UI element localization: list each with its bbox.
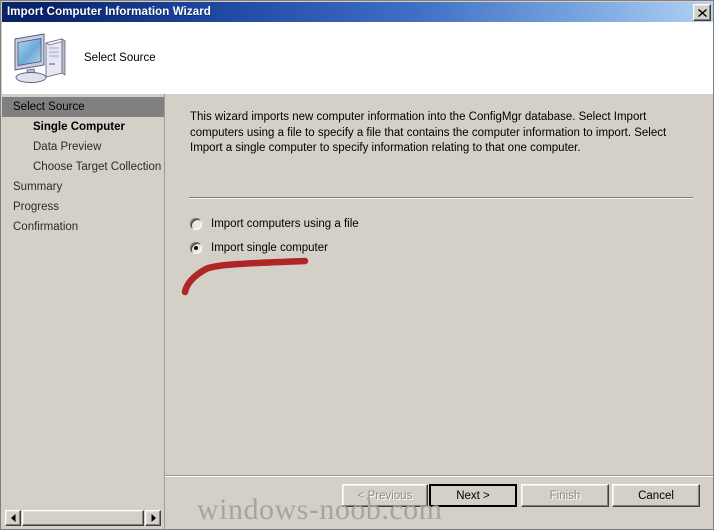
scroll-thumb[interactable] — [22, 510, 144, 526]
step-label: Summary — [13, 181, 63, 193]
wizard-content: This wizard imports new computer informa… — [165, 94, 713, 529]
sidebar-item-select-source[interactable]: Select Source — [2, 97, 164, 117]
triangle-right-icon — [151, 514, 156, 522]
sidebar-item-progress[interactable]: Progress — [2, 197, 164, 217]
wizard-window: Import Computer Information Wizard Selec… — [0, 0, 714, 530]
sidebar-item-choose-target-collection[interactable]: Choose Target Collection — [2, 157, 164, 177]
sidebar-item-summary[interactable]: Summary — [2, 177, 164, 197]
radio-selected-icon — [190, 242, 202, 254]
cancel-button[interactable]: Cancel — [612, 484, 700, 507]
finish-button[interactable]: Finish — [521, 484, 609, 507]
triangle-left-icon — [10, 514, 15, 522]
window-title: Import Computer Information Wizard — [7, 6, 211, 18]
step-label: Select Source — [13, 101, 85, 113]
radio-import-single-computer[interactable]: Import single computer — [190, 242, 328, 254]
wizard-header: Select Source — [2, 22, 713, 94]
radio-import-computers-using-a-file[interactable]: Import computers using a file — [190, 218, 359, 230]
step-label: Confirmation — [13, 221, 79, 233]
close-button[interactable] — [693, 4, 711, 21]
step-label: Choose Target Collection — [33, 161, 162, 173]
scroll-right-button[interactable] — [145, 510, 161, 526]
radio-label: Import single computer — [211, 242, 328, 254]
close-icon — [697, 8, 707, 17]
step-label: Progress — [13, 201, 60, 213]
previous-button[interactable]: < Previous — [342, 484, 428, 507]
computer-icon — [14, 33, 66, 83]
sidebar-horizontal-scrollbar[interactable] — [5, 510, 161, 526]
next-button[interactable]: Next > — [429, 484, 517, 507]
content-separator — [189, 197, 693, 199]
radio-label: Import computers using a file — [211, 218, 359, 230]
step-label: Data Preview — [33, 141, 102, 153]
title-bar: Import Computer Information Wizard — [2, 2, 713, 22]
sidebar-item-data-preview[interactable]: Data Preview — [2, 137, 164, 157]
step-label: Single Computer — [33, 121, 126, 133]
page-title: Select Source — [84, 52, 156, 64]
wizard-button-bar: < Previous Next > Finish Cancel — [165, 484, 713, 514]
red-annotation-arrow — [181, 257, 309, 296]
scroll-left-button[interactable] — [5, 510, 21, 526]
footer-separator — [165, 475, 713, 477]
wizard-sidebar: Select Source Single Computer Data Previ… — [2, 94, 165, 529]
sidebar-item-single-computer[interactable]: Single Computer — [2, 117, 164, 137]
sidebar-item-confirmation[interactable]: Confirmation — [2, 217, 164, 237]
radio-unselected-icon — [190, 218, 202, 230]
description-text: This wizard imports new computer informa… — [190, 111, 667, 154]
step-list: Select Source Single Computer Data Previ… — [2, 97, 164, 237]
